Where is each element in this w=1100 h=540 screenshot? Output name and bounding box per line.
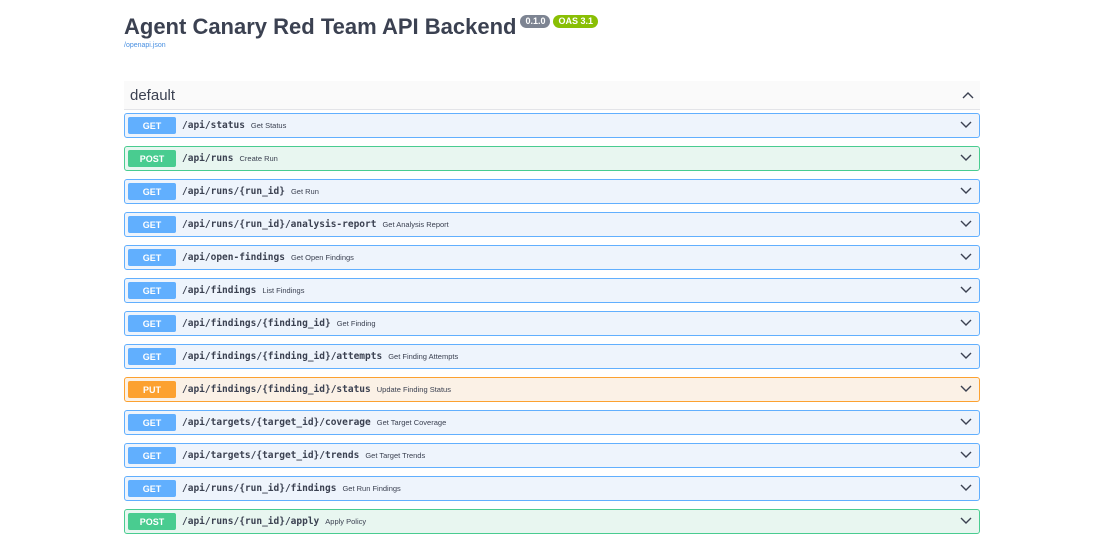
operation-summary: List Findings [262,286,305,295]
tag-name: default [130,86,176,104]
version-badge: 0.1.0 [520,15,551,28]
operation-summary: Get Open Findings [290,253,354,262]
operation-path: /api/findings/{finding_id}/attempts [182,351,383,362]
page-title: Agent Canary Red Team API Backend [124,14,517,39]
operation-get[interactable]: GET/api/status Get Status [124,113,980,138]
chevron-up-icon[interactable] [962,91,974,99]
operation-get[interactable]: GET/api/findings List Findings [124,278,980,303]
operation-get[interactable]: GET/api/runs/{run_id}/findings Get Run Fi… [124,476,980,501]
operation-summary: Get Target Coverage [376,418,447,427]
operation-summary: Create Run [239,154,278,163]
operation-put[interactable]: PUT/api/findings/{finding_id}/status Upda… [124,377,980,402]
operation-path: /api/runs/{run_id}/apply [182,516,320,527]
method-badge: GET [128,315,176,332]
operation-summary: Apply Policy [325,517,367,526]
chevron-down-icon[interactable] [960,121,972,129]
method-badge: GET [128,480,176,497]
operation-summary: Get Analysis Report [382,220,449,229]
operation-path: /api/runs/{run_id}/findings [182,483,337,494]
method-badge: GET [128,414,176,431]
operation-get[interactable]: GET/api/targets/{target_id}/trends Get Ta… [124,443,980,468]
api-info: Agent Canary Red Team API Backend 0.1.0 … [124,12,598,49]
method-badge: GET [128,282,176,299]
operation-get[interactable]: GET/api/runs/{run_id}/analysis-report Get… [124,212,980,237]
operation-path: /api/targets/{target_id}/trends [182,450,360,461]
operation-summary: Get Finding [336,319,376,328]
operation-get[interactable]: GET/api/targets/{target_id}/coverage Get … [124,410,980,435]
chevron-down-icon[interactable] [960,352,972,360]
method-badge: GET [128,117,176,134]
chevron-down-icon[interactable] [960,154,972,162]
operation-path: /api/targets/{target_id}/coverage [182,417,371,428]
chevron-down-icon[interactable] [960,220,972,228]
operation-post[interactable]: POST/api/runs Create Run [124,146,980,171]
chevron-down-icon[interactable] [960,319,972,327]
openapi-spec-link[interactable]: /openapi.json [124,42,598,49]
chevron-down-icon[interactable] [960,286,972,294]
operation-path: /api/status [182,120,245,131]
swagger-page: Agent Canary Red Team API Backend 0.1.0 … [0,0,1100,540]
chevron-down-icon[interactable] [960,451,972,459]
operation-summary: Get Finding Attempts [388,352,459,361]
method-badge: POST [128,513,176,530]
chevron-down-icon[interactable] [960,187,972,195]
tag-header[interactable]: default [124,81,980,110]
operation-summary: Get Target Trends [365,451,426,460]
operation-path: /api/findings/{finding_id}/status [182,384,371,395]
title-row: Agent Canary Red Team API Backend 0.1.0 … [124,12,598,42]
method-badge: GET [128,348,176,365]
operation-summary: Get Run Findings [342,484,401,493]
method-badge: GET [128,183,176,200]
operation-summary: Update Finding Status [376,385,451,394]
operation-summary: Get Status [250,121,287,130]
operation-path: /api/findings [182,285,257,296]
operation-path: /api/runs/{run_id}/analysis-report [182,219,377,230]
operation-get[interactable]: GET/api/runs/{run_id} Get Run [124,179,980,204]
chevron-down-icon[interactable] [960,418,972,426]
operation-summary: Get Run [290,187,319,196]
operation-path: /api/runs/{run_id} [182,186,285,197]
operation-path: /api/open-findings [182,252,285,263]
operation-path: /api/findings/{finding_id} [182,318,331,329]
chevron-down-icon[interactable] [960,517,972,525]
chevron-down-icon[interactable] [960,385,972,393]
operation-get[interactable]: GET/api/findings/{finding_id} Get Finding [124,311,980,336]
tag-section-default: default GET/api/status Get Status POST/api… [124,81,980,540]
operation-path: /api/runs [182,153,234,164]
operation-get[interactable]: GET/api/findings/{finding_id}/attempts Ge… [124,344,980,369]
operation-post[interactable]: POST/api/runs/{run_id}/apply Apply Policy [124,509,980,534]
method-badge: GET [128,249,176,266]
chevron-down-icon[interactable] [960,253,972,261]
oas-badge: OAS 3.1 [553,15,598,28]
chevron-down-icon[interactable] [960,484,972,492]
method-badge: GET [128,216,176,233]
method-badge: PUT [128,381,176,398]
method-badge: POST [128,150,176,167]
operations-list: GET/api/status Get Status POST/api/runs Cre… [124,113,980,534]
operation-get[interactable]: GET/api/open-findings Get Open Findings [124,245,980,270]
method-badge: GET [128,447,176,464]
